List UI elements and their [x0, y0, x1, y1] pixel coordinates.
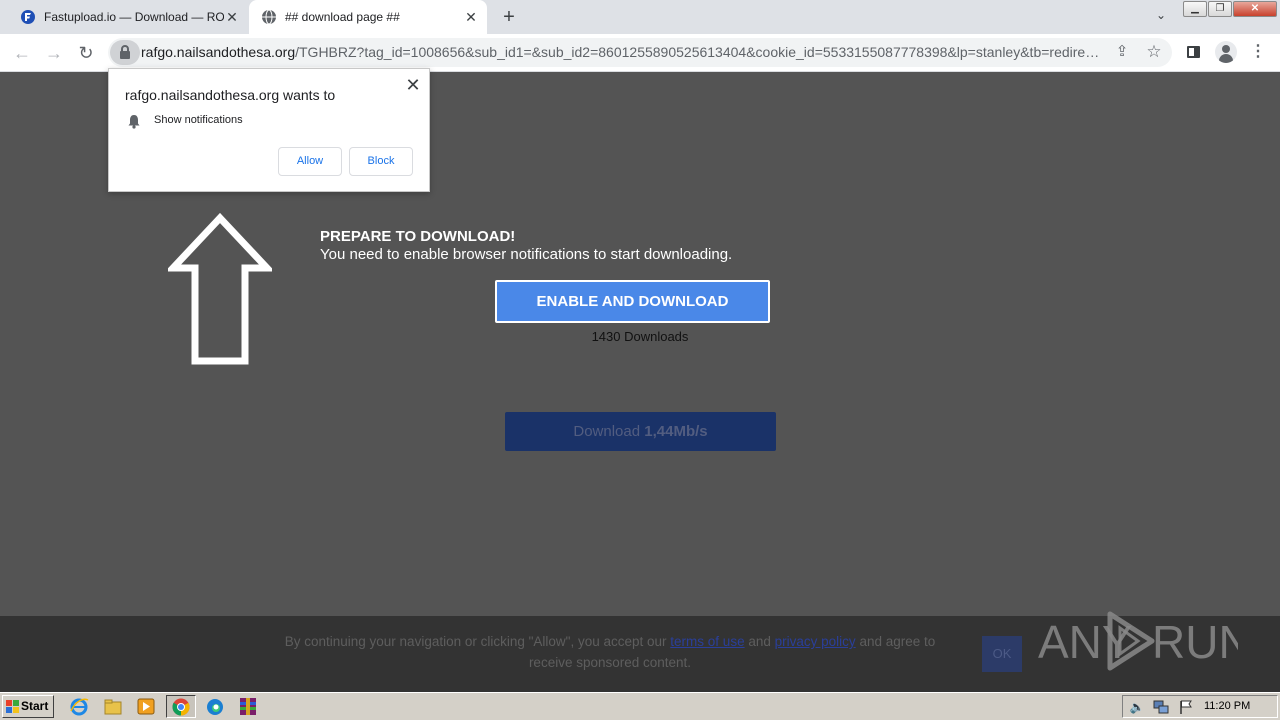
share-icon[interactable]: ⇪ [1112, 42, 1132, 62]
notification-permission-popup: rafgo.nailsandothesa.org wants to ✕ Show… [108, 68, 430, 192]
start-label: Start [21, 699, 49, 713]
block-button[interactable]: Block [349, 147, 413, 176]
profile-avatar-icon[interactable] [1215, 41, 1237, 63]
volume-icon[interactable]: 🔈 [1129, 699, 1145, 715]
minimize-window-icon[interactable]: ▁ [1183, 1, 1207, 17]
tab-title: Fastupload.io — Download — ROM2 [44, 10, 224, 24]
taskbar-clock: 11:20 PM [1204, 700, 1251, 712]
edge-icon[interactable] [204, 696, 226, 717]
more-menu-icon[interactable]: ⋮ [1248, 42, 1268, 62]
globe-icon [262, 9, 276, 25]
allow-button[interactable]: Allow [278, 147, 342, 176]
permission-label: Show notifications [154, 114, 243, 126]
downloads-count: 1430 Downloads [591, 329, 689, 344]
winrar-icon[interactable] [237, 696, 259, 717]
reload-icon[interactable]: ↻ [75, 42, 97, 64]
download-label: Download [573, 423, 641, 440]
fastupload-icon [21, 10, 35, 24]
media-player-icon[interactable] [135, 696, 157, 717]
page-subheading: You need to enable browser notifications… [320, 246, 733, 263]
close-window-icon[interactable]: ✕ [1233, 1, 1277, 17]
action-center-flag-icon[interactable] [1178, 699, 1194, 715]
anyrun-text-right: RUN [1152, 616, 1238, 668]
page-heading: PREPARE TO DOWNLOAD! [320, 228, 516, 245]
chrome-taskbar-button[interactable] [166, 695, 196, 718]
download-speed-button[interactable]: Download 1,44Mb/s [505, 412, 776, 451]
side-panel-icon[interactable] [1183, 42, 1203, 62]
url-text[interactable]: rafgo.nailsandothesa.org/TGHBRZ?tag_id=1… [141, 44, 1105, 60]
download-speed: 1,44Mb/s [644, 423, 708, 440]
url-host: rafgo.nailsandothesa.org [141, 44, 296, 60]
close-icon[interactable]: ✕ [403, 75, 423, 95]
chrome-icon [172, 698, 190, 716]
bell-icon [128, 115, 140, 129]
consent-ok-button[interactable]: OK [982, 636, 1022, 672]
system-tray [1122, 695, 1278, 718]
consent-text-and: and [748, 634, 771, 649]
bookmark-star-icon[interactable]: ☆ [1144, 42, 1164, 62]
popup-title: rafgo.nailsandothesa.org wants to [125, 87, 336, 103]
url-path: /TGHBRZ?tag_id=1008656&sub_id1=&sub_id2=… [295, 44, 1105, 60]
tab-download-page[interactable]: ## download page ## ✕ [249, 0, 487, 34]
new-tab-icon[interactable]: + [499, 7, 519, 27]
privacy-policy-link[interactable]: privacy policy [775, 634, 856, 649]
back-arrow-icon[interactable]: ← [11, 42, 33, 64]
terms-of-use-link[interactable]: terms of use [670, 634, 744, 649]
consent-text: By continuing your navigation or clickin… [270, 631, 950, 673]
file-explorer-icon[interactable] [102, 696, 124, 717]
anyrun-watermark-logo: ANY RUN [1038, 611, 1238, 671]
close-tab-icon[interactable]: ✕ [224, 9, 240, 25]
up-arrow-graphic [168, 213, 272, 365]
lock-icon[interactable] [110, 40, 140, 65]
forward-arrow-icon[interactable]: → [43, 42, 65, 64]
tab-search-chevron-icon[interactable]: ⌄ [1152, 8, 1170, 26]
tab-title: ## download page ## [285, 10, 400, 24]
network-icon[interactable] [1153, 699, 1169, 715]
enable-and-download-button[interactable]: ENABLE AND DOWNLOAD [495, 280, 770, 323]
consent-text-before: By continuing your navigation or clickin… [284, 634, 667, 649]
internet-explorer-icon[interactable] [68, 696, 90, 717]
restore-window-icon[interactable]: ❐ [1208, 1, 1232, 17]
close-tab-icon[interactable]: ✕ [463, 9, 479, 25]
tab-fastupload[interactable]: Fastupload.io — Download — ROM2 ✕ [8, 0, 248, 34]
windows-logo-icon [6, 700, 19, 713]
start-button[interactable]: Start [2, 695, 54, 718]
